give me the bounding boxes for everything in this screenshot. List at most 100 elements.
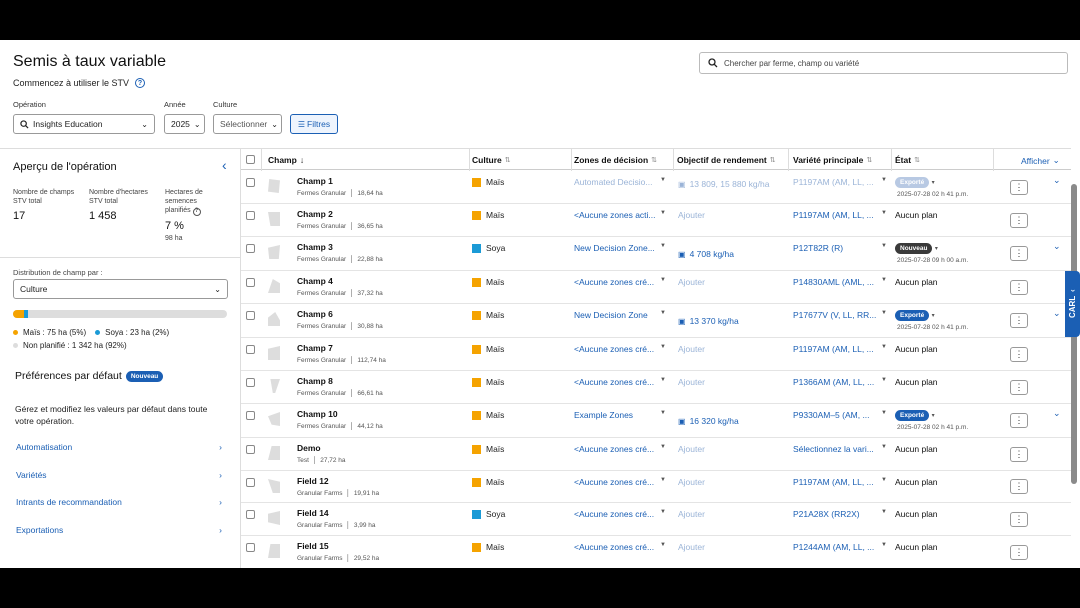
col-culture[interactable]: Culture ⇅ (472, 155, 511, 165)
table-row[interactable]: Champ 2 Fermes Granular │ 36,65 ha Maïs <Au… (241, 204, 1071, 237)
field-name[interactable]: Champ 4 (297, 276, 333, 286)
table-row[interactable]: Champ 3 Fermes Granular │ 22,88 ha Soya New… (241, 237, 1071, 271)
zone-select[interactable]: New Decision Zone... ▼ (574, 243, 666, 253)
chevron-left-icon[interactable]: ‹ (222, 157, 227, 173)
info-icon[interactable]: ? (192, 207, 201, 216)
table-row[interactable]: Champ 1 Fermes Granular │ 18,64 ha Maïs Aut… (241, 171, 1071, 204)
zone-select[interactable]: <Aucune zones cré... ▼ (574, 444, 666, 454)
scrollbar[interactable] (1070, 172, 1078, 568)
link-varietes[interactable]: Variétés › (16, 470, 222, 480)
select-all-checkbox[interactable] (246, 155, 255, 164)
help-icon[interactable]: ? (135, 78, 146, 88)
add-objectif-link[interactable]: Ajouter (678, 210, 705, 220)
variety-select[interactable]: P17677V (V, LL, RR... ▼ (793, 310, 887, 320)
zone-select[interactable]: Example Zones ▼ (574, 410, 666, 420)
expand-chevron-icon[interactable]: ⌄ (1053, 308, 1061, 319)
row-checkbox[interactable] (246, 445, 255, 454)
row-menu-button[interactable]: ⋮ (1010, 479, 1028, 494)
row-menu-button[interactable]: ⋮ (1010, 413, 1028, 428)
table-row[interactable]: Champ 6 Fermes Granular │ 30,88 ha Maïs New… (241, 304, 1071, 338)
variety-select[interactable]: P9330AM–5 (AM, ... ▼ (793, 410, 887, 420)
operation-select[interactable]: Insights Education ⌄ (13, 114, 155, 134)
add-objectif-link[interactable]: Ajouter (678, 344, 705, 354)
zone-select[interactable]: <Aucune zones cré... ▼ (574, 377, 666, 387)
afficher-button[interactable]: Afficher ⌄ (1021, 155, 1060, 166)
field-name[interactable]: Champ 1 (297, 176, 333, 186)
row-menu-button[interactable]: ⋮ (1010, 545, 1028, 560)
variety-select[interactable]: P1197AM (AM, LL, ... ▼ (793, 344, 887, 354)
variety-select[interactable]: P12T82R (R) ▼ (793, 243, 887, 253)
table-row[interactable]: Champ 10 Fermes Granular │ 44,12 ha Maïs Ex… (241, 404, 1071, 438)
field-name[interactable]: Field 15 (297, 541, 329, 551)
zone-select[interactable]: <Aucune zones cré... ▼ (574, 277, 666, 287)
zone-select[interactable]: Automated Decisio... ▼ (574, 177, 666, 187)
row-checkbox[interactable] (246, 244, 255, 253)
row-menu-button[interactable]: ⋮ (1010, 512, 1028, 527)
col-etat[interactable]: État ⇅ (895, 155, 920, 165)
row-menu-button[interactable]: ⋮ (1010, 447, 1028, 462)
variety-select[interactable]: P21A28X (RR2X) ▼ (793, 509, 887, 519)
add-objectif-link[interactable]: Ajouter (678, 377, 705, 387)
culture-select[interactable]: Sélectionner ⌄ (213, 114, 282, 134)
row-checkbox[interactable] (246, 378, 255, 387)
table-row[interactable]: Field 14 Granular Farms │ 3,99 ha Soya <Auc… (241, 503, 1071, 536)
col-variete[interactable]: Variété principale ⇅ (793, 155, 872, 165)
objectif-cell[interactable]: ▣ 13 370 kg/ha (678, 316, 739, 326)
variety-select[interactable]: P1244AM (AM, LL, ... ▼ (793, 542, 887, 552)
status-badge[interactable]: Exporté ▾ (895, 309, 935, 321)
field-name[interactable]: Field 12 (297, 476, 329, 486)
zone-select[interactable]: <Aucune zones acti... ▼ (574, 210, 666, 220)
row-checkbox[interactable] (246, 211, 255, 220)
link-automatisation[interactable]: Automatisation › (16, 442, 222, 452)
field-name[interactable]: Champ 10 (297, 409, 338, 419)
expand-chevron-icon[interactable]: ⌄ (1053, 408, 1061, 419)
field-name[interactable]: Champ 8 (297, 376, 333, 386)
year-select[interactable]: 2025 ⌄ (164, 114, 205, 134)
field-name[interactable]: Champ 3 (297, 242, 333, 252)
row-menu-button[interactable]: ⋮ (1010, 280, 1028, 295)
variety-select[interactable]: P1197AM (AM, LL, ... ▼ (793, 210, 887, 220)
row-menu-button[interactable]: ⋮ (1010, 246, 1028, 261)
get-started-link[interactable]: Commencez à utiliser le STV (13, 78, 129, 88)
field-name[interactable]: Champ 2 (297, 209, 333, 219)
row-menu-button[interactable]: ⋮ (1010, 213, 1028, 228)
zone-select[interactable]: <Aucune zones cré... ▼ (574, 509, 666, 519)
add-objectif-link[interactable]: Ajouter (678, 444, 705, 454)
objectif-cell[interactable]: ▣ 4 708 kg/ha (678, 249, 734, 259)
field-name[interactable]: Champ 7 (297, 343, 333, 353)
table-row[interactable]: Demo Test │ 27,72 ha Maïs <Aucune zones cré… (241, 438, 1071, 471)
row-checkbox[interactable] (246, 278, 255, 287)
carl-panel-tab[interactable]: CARL ‹ (1065, 271, 1080, 337)
row-menu-button[interactable]: ⋮ (1010, 380, 1028, 395)
variety-select[interactable]: P14830AML (AML, ... ▼ (793, 277, 887, 287)
row-checkbox[interactable] (246, 478, 255, 487)
link-exportations[interactable]: Exportations › (16, 525, 222, 535)
row-checkbox[interactable] (246, 178, 255, 187)
variety-select[interactable]: P1197AM (AM, LL, ... ▼ (793, 477, 887, 487)
col-champ[interactable]: Champ ↓ (268, 155, 304, 165)
variety-select[interactable]: P1366AM (AM, LL, ... ▼ (793, 377, 887, 387)
zone-select[interactable]: New Decision Zone ▼ (574, 310, 666, 320)
field-name[interactable]: Demo (297, 443, 321, 453)
row-checkbox[interactable] (246, 543, 255, 552)
add-objectif-link[interactable]: Ajouter (678, 509, 705, 519)
table-row[interactable]: Field 12 Granular Farms │ 19,91 ha Maïs <Au… (241, 471, 1071, 503)
table-row[interactable]: Champ 8 Fermes Granular │ 66,61 ha Maïs <Au… (241, 371, 1071, 404)
row-checkbox[interactable] (246, 345, 255, 354)
field-name[interactable]: Field 14 (297, 508, 329, 518)
expand-chevron-icon[interactable]: ⌄ (1053, 241, 1061, 252)
table-row[interactable]: Field 15 Granular Farms │ 29,52 ha Maïs <Au… (241, 536, 1071, 568)
row-menu-button[interactable]: ⋮ (1010, 347, 1028, 362)
status-badge[interactable]: Exporté ▾ (895, 176, 935, 188)
row-checkbox[interactable] (246, 311, 255, 320)
row-menu-button[interactable]: ⋮ (1010, 313, 1028, 328)
col-objectif[interactable]: Objectif de rendement ⇅ (677, 155, 776, 165)
table-row[interactable]: Champ 4 Fermes Granular │ 37,32 ha Maïs <Au… (241, 271, 1071, 304)
filters-button[interactable]: ☰ Filtres (290, 114, 338, 134)
variety-select[interactable]: P1197AM (AM, LL, ... ▼ (793, 177, 887, 187)
variety-select[interactable]: Sélectionnez la vari... ▼ (793, 444, 887, 454)
field-name[interactable]: Champ 6 (297, 309, 333, 319)
objectif-cell[interactable]: ▣ 13 809, 15 880 kg/ha (678, 179, 769, 189)
link-intrants[interactable]: Intrants de recommandation › (16, 497, 222, 507)
row-checkbox[interactable] (246, 510, 255, 519)
